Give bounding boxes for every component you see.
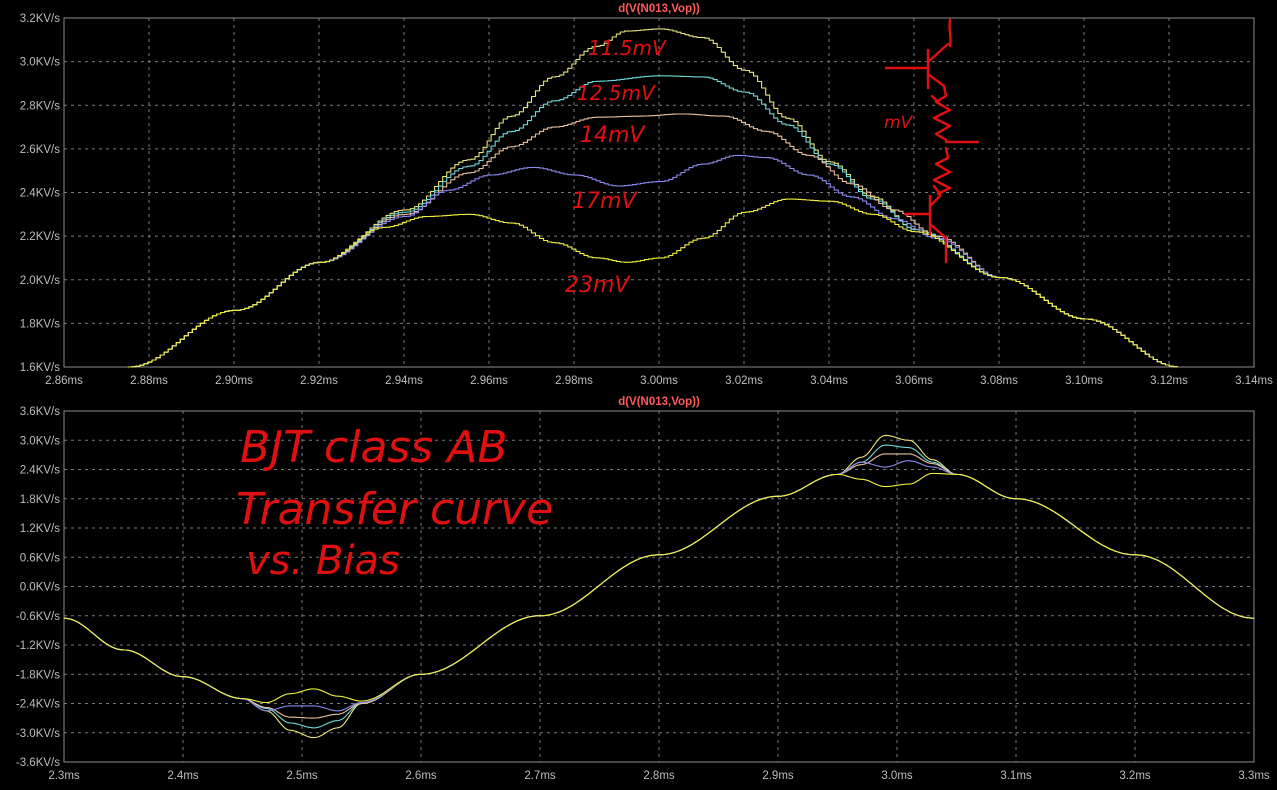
- top-x-tick-label: 2.96ms: [470, 375, 508, 387]
- bottom-x-tick-label: 2.6ms: [405, 770, 437, 782]
- bottom-x-tick-label: 3.0ms: [881, 770, 913, 782]
- bottom-y-tick-label: -3.6KV/s: [16, 757, 60, 769]
- top-x-tick-label: 2.92ms: [300, 375, 338, 387]
- bjt-bias-sketch: [884, 18, 980, 264]
- label-bias-mv: mV: [884, 113, 914, 133]
- top-x-tick-label: 3.04ms: [810, 375, 848, 387]
- top-pane[interactable]: d(V(N013,Vop)) 2.86ms 2.88ms 2.90ms 2.92ms 2…: [20, 3, 1273, 387]
- label-23mv: 23mV: [565, 273, 631, 298]
- bottom-handwritten-annotations: BJT class AB Transfer curve vs. Bias: [236, 422, 553, 584]
- top-x-tick-label: 3.10ms: [1065, 375, 1103, 387]
- bottom-x-tick-label: 2.4ms: [167, 770, 199, 782]
- bottom-y-tick-label: 0.6KV/s: [20, 552, 61, 564]
- bottom-x-tick-labels: 2.3ms 2.4ms 2.5ms 2.6ms 2.7ms 2.8ms 2.9ms 3.0ms…: [48, 770, 1270, 782]
- bottom-y-tick-labels: -3.6KV/s -3.0KV/s -2.4KV/s -1.8KV/s -1.2KV/s…: [16, 406, 60, 769]
- top-y-tick-labels: 1.6KV/s 1.8KV/s 2.0KV/s 2.2KV/s 2.4KV/s 2.6KV…: [20, 13, 61, 374]
- top-x-tick-label: 3.08ms: [980, 375, 1018, 387]
- bottom-y-tick-label: 1.2KV/s: [20, 523, 61, 535]
- top-y-tick-label: 2.8KV/s: [20, 100, 61, 112]
- top-traces: [127, 28, 1179, 368]
- bottom-y-tick-label: -0.6KV/s: [16, 611, 60, 623]
- top-trace-11-5mv: [127, 28, 1179, 368]
- top-y-tick-label: 2.4KV/s: [20, 188, 61, 200]
- top-y-tick-label: 3.2KV/s: [20, 13, 61, 25]
- bottom-x-tick-label: 3.1ms: [1000, 770, 1032, 782]
- top-x-tick-labels: 2.86ms 2.88ms 2.90ms 2.92ms 2.94ms 2.96ms 2.98…: [45, 375, 1273, 387]
- bottom-y-tick-label: -2.4KV/s: [16, 699, 60, 711]
- top-x-tick-label: 2.98ms: [555, 375, 593, 387]
- top-trace-14mv: [127, 113, 1179, 368]
- top-x-tick-label: 2.94ms: [385, 375, 423, 387]
- bottom-pane[interactable]: d(V(N013,Vop)) 2.3ms 2.4ms 2.5ms 2.6ms 2.7ms…: [16, 396, 1270, 782]
- bottom-y-tick-label: -3.0KV/s: [16, 728, 60, 740]
- label-17mv: 17mV: [572, 189, 638, 214]
- bottom-y-tick-label: 3.6KV/s: [20, 406, 61, 418]
- top-trace-17mv: [127, 154, 1179, 368]
- top-x-tick-label: 2.90ms: [215, 375, 253, 387]
- bottom-x-tick-label: 2.9ms: [762, 770, 794, 782]
- top-y-tick-label: 1.6KV/s: [20, 362, 61, 374]
- bottom-plot-title: d(V(N013,Vop)): [618, 396, 700, 408]
- bottom-x-tick-label: 3.3ms: [1238, 770, 1270, 782]
- note-transfer-curve: Transfer curve: [236, 484, 553, 535]
- bottom-x-tick-label: 2.8ms: [643, 770, 675, 782]
- bottom-y-tick-label: -1.8KV/s: [16, 669, 60, 681]
- label-11-5mv: 11.5mV: [588, 36, 667, 60]
- note-vs-bias: vs. Bias: [246, 538, 400, 584]
- top-y-tick-label: 2.6KV/s: [20, 144, 61, 156]
- top-y-tick-label: 2.0KV/s: [20, 275, 61, 287]
- top-x-tick-label: 3.00ms: [640, 375, 678, 387]
- bottom-y-tick-label: 0.0KV/s: [20, 582, 61, 594]
- bottom-x-tick-label: 2.5ms: [286, 770, 318, 782]
- top-y-tick-label: 2.2KV/s: [20, 231, 61, 243]
- bottom-y-tick-label: -1.2KV/s: [16, 640, 60, 652]
- top-x-tick-label: 2.86ms: [45, 375, 83, 387]
- top-x-tick-label: 3.02ms: [725, 375, 763, 387]
- top-grid: [64, 18, 1254, 367]
- top-y-tick-label: 3.0KV/s: [20, 57, 61, 69]
- bottom-x-tick-label: 2.7ms: [524, 770, 556, 782]
- top-trace-23mv: [127, 198, 1179, 368]
- top-x-tick-label: 3.14ms: [1235, 375, 1273, 387]
- note-bjt-class-ab: BJT class AB: [240, 422, 508, 473]
- top-x-tick-label: 3.06ms: [895, 375, 933, 387]
- bottom-x-tick-label: 3.2ms: [1119, 770, 1151, 782]
- bottom-y-tick-label: 3.0KV/s: [20, 435, 61, 447]
- label-12-5mv: 12.5mV: [577, 81, 656, 105]
- bottom-y-tick-label: 2.4KV/s: [20, 465, 61, 477]
- top-x-tick-label: 2.88ms: [130, 375, 168, 387]
- top-x-tick-label: 3.12ms: [1150, 375, 1188, 387]
- top-y-tick-label: 1.8KV/s: [20, 318, 61, 330]
- top-plot-title: d(V(N013,Vop)): [618, 3, 700, 15]
- plot-canvas: d(V(N013,Vop)) 2.86ms 2.88ms 2.90ms 2.92ms 2…: [16, 3, 1273, 782]
- bottom-y-tick-label: 1.8KV/s: [20, 494, 61, 506]
- label-14mv: 14mV: [580, 123, 646, 148]
- bottom-x-tick-label: 2.3ms: [48, 770, 80, 782]
